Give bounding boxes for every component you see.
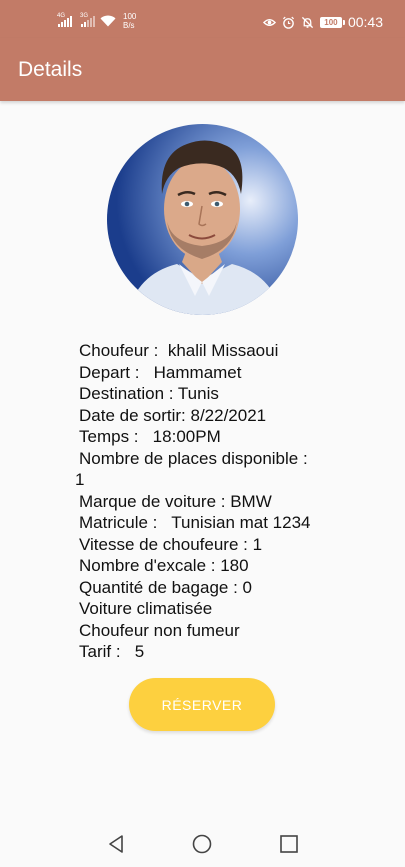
signal-4g-icon: 4G — [57, 12, 72, 27]
status-right: 100 00:43 — [262, 14, 383, 30]
luggage-quantity: Quantité de bagage : 0 — [79, 577, 252, 597]
air-conditioning: Voiture climatisée — [79, 599, 213, 618]
smoking-policy: Choufeur non fumeur — [79, 620, 240, 640]
departure-date: Date de sortir: 8/22/2021 — [79, 405, 267, 425]
car-brand: Marque de voiture : BMW — [79, 491, 272, 511]
recents-icon[interactable] — [278, 833, 300, 855]
destination: Destination : Tunis — [79, 384, 219, 403]
network-speed: 100 B/s — [123, 12, 136, 30]
price: Tarif : 5 — [79, 642, 145, 661]
reserve-button[interactable]: RÉSERVER — [129, 678, 275, 731]
battery-icon: 100 — [319, 16, 345, 28]
signal-3g-icon: 3G — [80, 12, 95, 27]
trip-details: Choufeur : khalil Missaoui Depart : Hamm… — [75, 340, 379, 663]
bell-off-icon — [301, 16, 314, 28]
status-left: 4G 3G 100 B/s — [57, 12, 136, 30]
driver-speed: Vitesse de choufeure : 1 — [79, 534, 263, 554]
wifi-icon — [100, 15, 116, 27]
page-title: Details — [18, 58, 83, 81]
car-plate: Matricule : Tunisian mat 1234 — [79, 513, 311, 532]
status-bar: 4G 3G 100 B/s 100 00:43 — [0, 0, 405, 38]
seats-label: Nombre de places disponible : — [79, 448, 308, 468]
system-nav-bar — [0, 819, 405, 867]
network-type-2: 3G — [80, 12, 89, 19]
speed-unit: B/s — [123, 21, 135, 30]
driver-photo — [107, 124, 298, 315]
app-bar: Details — [0, 38, 405, 101]
back-icon[interactable] — [105, 833, 127, 855]
home-icon[interactable] — [191, 833, 213, 855]
departure-time: Temps : 18:00PM — [79, 427, 221, 446]
eye-icon — [262, 18, 276, 26]
driver-avatar — [107, 124, 298, 315]
network-type-1: 4G — [57, 12, 66, 19]
alarm-icon — [282, 16, 294, 29]
departure: Depart : Hammamet — [79, 362, 242, 382]
stops-count: Nombre d'excale : 180 — [79, 556, 249, 575]
speed-value: 100 — [123, 12, 137, 21]
seats-value: 1 — [75, 470, 85, 489]
driver-name: Choufeur : khalil Missaoui — [79, 341, 279, 360]
status-time: 00:43 — [347, 14, 383, 30]
